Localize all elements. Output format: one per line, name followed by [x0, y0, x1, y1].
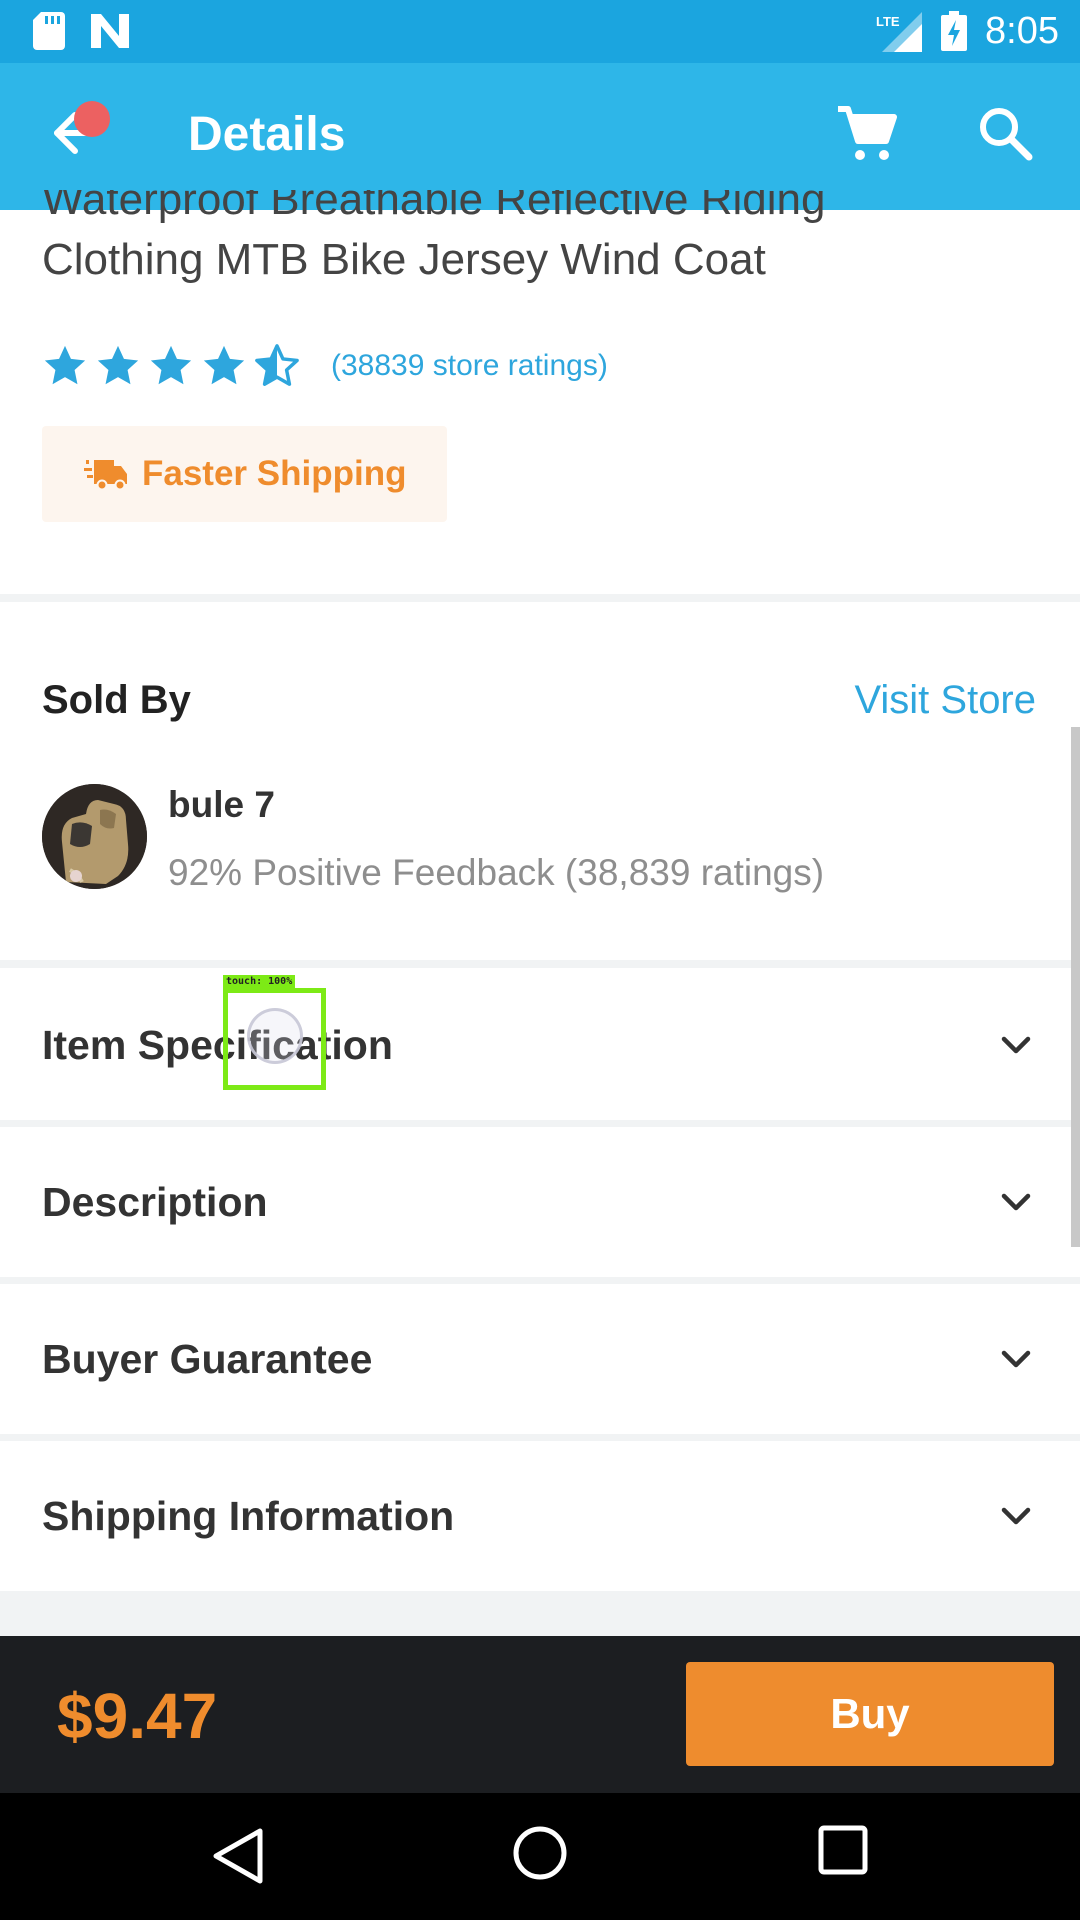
section-divider	[0, 960, 1080, 968]
accordion-buyer-guarantee[interactable]: Buyer Guarantee	[0, 1284, 1080, 1434]
glove-image-icon	[42, 784, 147, 889]
shipping-badge-label: Faster Shipping	[142, 454, 407, 493]
status-bar: LTE 8:05	[0, 0, 1080, 63]
system-nav-bar	[0, 1793, 1080, 1920]
n-notification-icon	[91, 14, 129, 48]
product-title-line-2: Clothing MTB Bike Jersey Wind Coat	[42, 235, 766, 284]
touch-indicator-label: touch: 100%	[223, 975, 296, 988]
search-icon[interactable]	[975, 103, 1035, 163]
star-full-icon	[203, 345, 245, 385]
sold-by-heading: Sold By	[42, 678, 191, 722]
accordion-item-specification[interactable]: Item Specification	[0, 970, 1080, 1120]
product-title: Waterproof Breathable Reflective Riding …	[42, 190, 1042, 290]
section-divider	[0, 1434, 1080, 1441]
accordion-label: Buyer Guarantee	[42, 1335, 373, 1382]
screen: LTE 8:05 Details Waterproof Breathable R…	[0, 0, 1080, 1920]
lte-signal-icon: LTE	[876, 12, 922, 52]
accordion-description[interactable]: Description	[0, 1127, 1080, 1277]
seller-avatar[interactable]	[42, 784, 147, 889]
page-title: Details	[188, 108, 346, 161]
chevron-down-icon	[1001, 1193, 1031, 1211]
touch-ripple	[247, 1008, 303, 1064]
seller-feedback: 92% Positive Feedback (38,839 ratings)	[168, 852, 825, 893]
shipping-badge: Faster Shipping	[42, 426, 447, 522]
cart-icon[interactable]	[836, 103, 898, 165]
section-divider	[0, 1591, 1080, 1636]
chevron-down-icon	[1001, 1350, 1031, 1368]
visit-store-link[interactable]: Visit Store	[854, 678, 1036, 723]
svg-text:LTE: LTE	[876, 14, 900, 29]
sd-card-icon	[33, 12, 65, 50]
section-divider	[0, 1120, 1080, 1127]
scrollbar[interactable]	[1071, 727, 1080, 1247]
price: $9.47	[57, 1680, 218, 1752]
star-full-icon	[97, 345, 139, 385]
app-bar: Details	[0, 63, 1080, 210]
seller-name[interactable]: bule 7	[168, 784, 275, 826]
section-divider	[0, 1277, 1080, 1284]
accordion-label: Shipping Information	[42, 1492, 455, 1539]
chevron-down-icon	[1001, 1507, 1031, 1525]
nav-back-icon[interactable]	[210, 1827, 266, 1885]
notification-badge	[74, 101, 110, 137]
buy-bar: $9.47 Buy	[0, 1636, 1080, 1793]
star-half-icon	[255, 344, 299, 386]
star-full-icon	[44, 345, 86, 385]
truck-icon	[84, 460, 127, 490]
accordion-label: Item Specification	[42, 1021, 393, 1068]
rating-count[interactable]: (38839 store ratings)	[331, 349, 608, 383]
nav-recents-icon[interactable]	[818, 1825, 868, 1875]
buy-button[interactable]: Buy	[686, 1662, 1054, 1766]
star-full-icon	[150, 345, 192, 385]
accordion-label: Description	[42, 1178, 268, 1225]
battery-charging-icon	[941, 11, 967, 51]
rating-row[interactable]: (38839 store ratings)	[42, 342, 608, 390]
product-title-line-1: Waterproof Breathable Reflective Riding	[42, 190, 826, 224]
section-divider	[0, 594, 1080, 602]
clock: 8:05	[985, 10, 1059, 52]
nav-home-icon[interactable]	[512, 1825, 568, 1881]
accordion-shipping-information[interactable]: Shipping Information	[0, 1441, 1080, 1591]
chevron-down-icon	[1001, 1036, 1031, 1054]
